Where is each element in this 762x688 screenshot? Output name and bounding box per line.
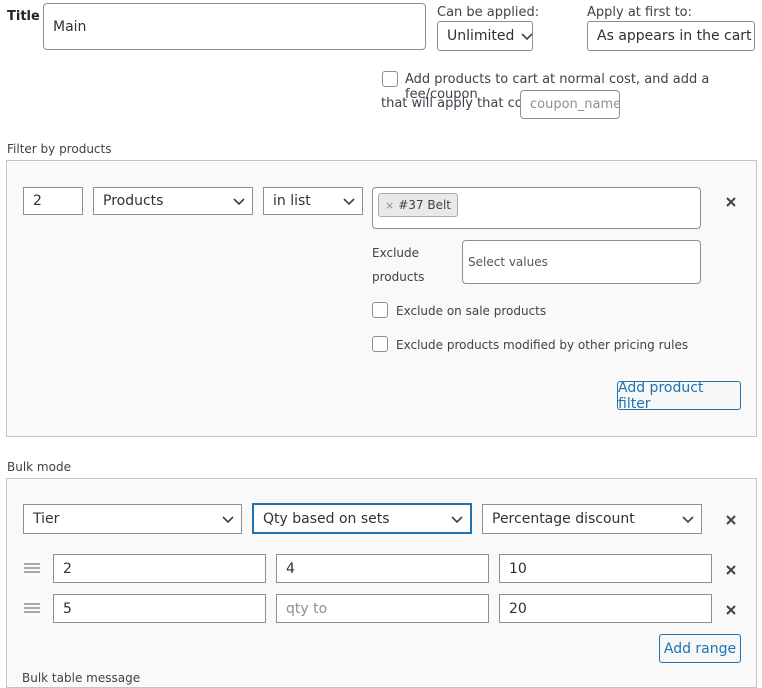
title-input[interactable]: Main [43,3,426,50]
remove-bulk-icon[interactable] [724,512,738,526]
bulk-type-select[interactable]: Tier [23,504,242,534]
drag-handle-icon[interactable] [24,603,40,613]
add-product-filter-button[interactable]: Add product filter [617,380,741,412]
exclude-on-sale-label: Exclude on sale products [396,304,547,318]
add-range-button[interactable]: Add range [659,634,741,663]
filter-section-label: Filter by products [7,142,112,156]
filter-method-select[interactable]: in list [263,187,363,215]
filter-type-select[interactable]: Products [93,187,253,215]
range-qty-to-input[interactable]: qty to [276,594,489,623]
bulk-discount-select[interactable]: Percentage discount [482,504,702,534]
bulk-table-message-label: Bulk table message [22,671,141,685]
range-qty-to-input[interactable]: 4 [276,554,489,583]
remove-tag-icon[interactable]: × [385,199,394,212]
exclude-products-label: Exclude [372,246,420,260]
remove-range-icon[interactable] [724,562,738,576]
bulk-discount-value: Percentage discount [492,511,635,527]
drag-handle-icon[interactable] [24,563,40,573]
exclude-modified-label: Exclude products modified by other prici… [396,338,689,352]
can-be-applied-select[interactable]: Unlimited [437,21,533,51]
chevron-down-icon [520,29,532,43]
normal-cost-label-line2: that will apply that cost [381,96,535,111]
chevron-down-icon [221,512,235,526]
bulk-qty-based-value: Qty based on sets [263,510,390,527]
chevron-down-icon [681,512,695,526]
filter-method-value: in list [273,193,311,209]
range-value-input[interactable]: 10 [499,554,712,583]
chevron-down-icon [342,194,356,208]
range-qty-from-input[interactable]: 2 [53,554,266,583]
bulk-qty-based-select[interactable]: Qty based on sets [252,503,472,534]
exclude-products-label-line2: products [372,270,425,284]
apply-at-first-value: As appears in the cart [597,28,752,44]
normal-cost-checkbox[interactable] [382,71,398,87]
apply-at-first-select[interactable]: As appears in the cart [587,21,755,51]
filter-qty-input[interactable]: 2 [23,187,83,215]
can-be-applied-label: Can be applied: [437,5,540,20]
remove-filter-icon[interactable] [724,194,738,208]
can-be-applied-value: Unlimited [447,28,515,44]
bulk-type-value: Tier [33,511,60,527]
selected-product-tag-label: #37 Belt [398,198,452,212]
exclude-modified-checkbox[interactable] [372,336,388,352]
filter-type-value: Products [103,193,164,209]
range-qty-from-input[interactable]: 5 [53,594,266,623]
chevron-down-icon [450,512,464,526]
selected-product-tag: × #37 Belt [378,193,459,217]
remove-range-icon[interactable] [724,602,738,616]
coupon-name-input[interactable]: coupon_name [520,90,620,119]
title-label: Title [7,9,40,24]
exclude-on-sale-checkbox[interactable] [372,302,388,318]
bulk-section-label: Bulk mode [7,460,71,474]
exclude-products-input[interactable]: Select values [462,240,701,284]
chevron-down-icon [232,194,246,208]
range-value-input[interactable]: 20 [499,594,712,623]
apply-at-first-label: Apply at first to: [587,5,692,20]
